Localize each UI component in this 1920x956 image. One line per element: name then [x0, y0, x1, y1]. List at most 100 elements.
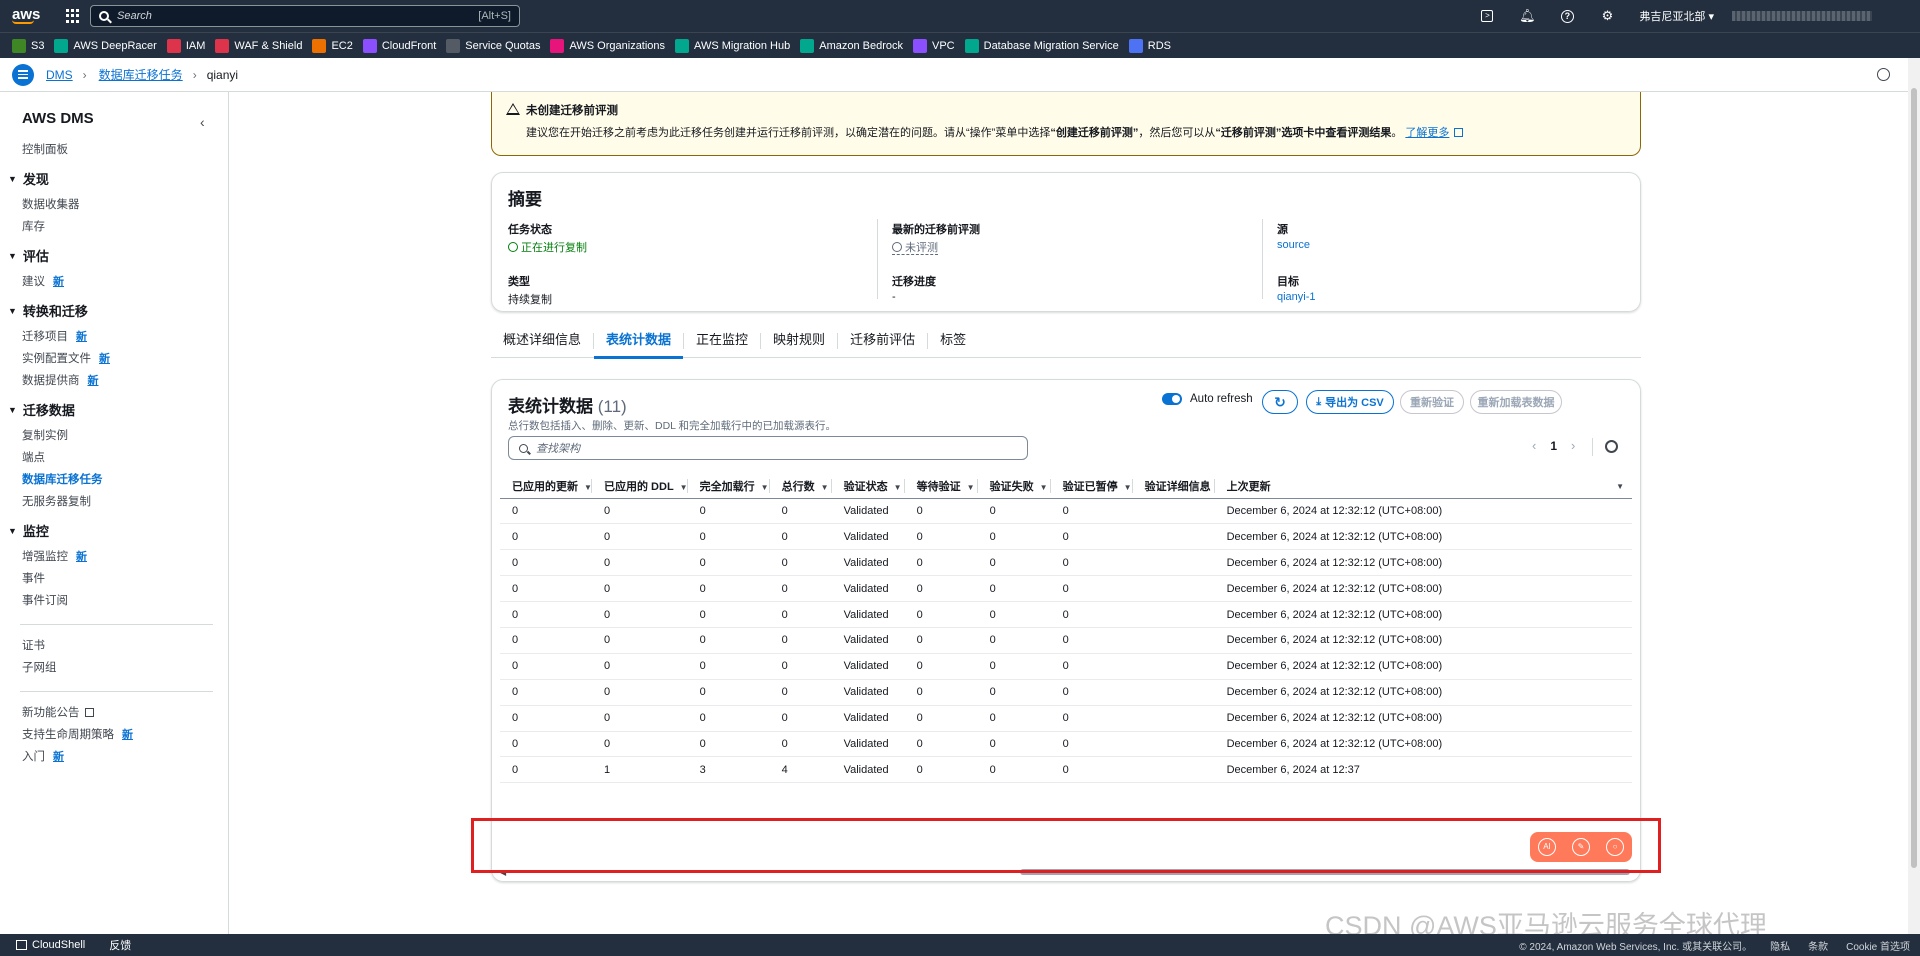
- table-row[interactable]: 0 1 3 4 Validated 0 0 0 December 6, 2024 at 12:3…: [500, 756, 1632, 784]
- sidebar-item-lifecycle-policy[interactable]: 支持生命周期策略新: [22, 726, 228, 741]
- tab-0[interactable]: 概述详细信息: [491, 326, 593, 358]
- sidebar-item-getting-started[interactable]: 入门新: [22, 748, 228, 763]
- table-row[interactable]: 0 0 0 0 Validated 0 0 0 December 6, 2024 at 12:3…: [500, 498, 1632, 525]
- global-search-input[interactable]: Search [Alt+S]: [90, 5, 520, 27]
- table-row[interactable]: 0 0 0 0 Validated 0 0 0 December 6, 2024 at 12:3…: [500, 653, 1632, 680]
- assessment-value[interactable]: 未评测: [892, 242, 938, 255]
- auto-refresh-toggle[interactable]: Auto refresh: [1162, 393, 1253, 405]
- column-header[interactable]: 总行数 ▼: [769, 474, 832, 499]
- sidebar-item-dashboard[interactable]: 控制面板: [22, 141, 228, 156]
- favorite-waf-shield[interactable]: WAF & Shield: [215, 38, 302, 53]
- favorite-s3[interactable]: S3: [12, 38, 44, 53]
- tab-5[interactable]: 标签: [928, 326, 978, 358]
- revalidate-button[interactable]: 重新验证: [1400, 390, 1464, 414]
- table-row[interactable]: 0 0 0 0 Validated 0 0 0 December 6, 2024 at 12:3…: [500, 627, 1632, 654]
- sidebar-item[interactable]: 迁移项目新: [22, 328, 228, 343]
- column-header[interactable]: 等待验证 ▼: [904, 474, 978, 499]
- tab-1[interactable]: 表统计数据: [594, 326, 684, 359]
- sort-caret-icon[interactable]: ▼: [821, 483, 829, 492]
- sidebar-item[interactable]: 数据提供商新: [22, 372, 228, 387]
- sidebar-item[interactable]: 库存: [22, 218, 228, 233]
- sidebar-item-whats-new[interactable]: 新功能公告: [22, 704, 228, 719]
- privacy-link[interactable]: 隐私: [1770, 938, 1790, 953]
- tab-3[interactable]: 映射规则: [761, 326, 837, 358]
- help-icon[interactable]: ?: [1547, 0, 1587, 32]
- ai-icon[interactable]: AI: [1538, 838, 1556, 856]
- feedback-link[interactable]: 反馈: [109, 937, 131, 953]
- column-header[interactable]: 完全加载行 ▼: [687, 474, 770, 499]
- collapse-sidebar-icon[interactable]: ‹: [200, 114, 205, 130]
- favorite-aws-migration-hub[interactable]: AWS Migration Hub: [675, 38, 790, 53]
- settings-gear-icon[interactable]: ⚙: [1587, 0, 1627, 32]
- next-page-icon[interactable]: ›: [1571, 438, 1575, 453]
- sidebar-section-header[interactable]: ▼ 迁移数据: [8, 400, 228, 419]
- magic-wand-icon[interactable]: ✎: [1572, 838, 1590, 856]
- notifications-bell-icon[interactable]: 🔔︎: [1507, 0, 1547, 32]
- sidebar-section-header[interactable]: ▼ 发现: [8, 169, 228, 188]
- reload-table-data-button[interactable]: 重新加载表数据: [1470, 390, 1562, 414]
- floating-ai-toolbar[interactable]: AI ✎ ○: [1530, 832, 1632, 862]
- target-link[interactable]: qianyi-1: [1277, 291, 1316, 305]
- export-csv-button[interactable]: ⤓ 导出为 CSV: [1306, 390, 1394, 414]
- sidebar-item[interactable]: 数据库迁移任务: [22, 471, 228, 486]
- breadcrumb-dms[interactable]: DMS: [46, 68, 73, 82]
- favorite-ec2[interactable]: EC2: [312, 38, 353, 53]
- sidebar-section-header[interactable]: ▼ 转换和迁移: [8, 301, 228, 320]
- sort-caret-icon[interactable]: ▼: [761, 483, 769, 492]
- cloudshell-icon[interactable]: >: [1467, 0, 1507, 32]
- favorite-service-quotas[interactable]: Service Quotas: [446, 38, 540, 53]
- services-grid-icon[interactable]: [66, 9, 80, 23]
- sidebar-item[interactable]: 端点: [22, 449, 228, 464]
- aws-logo[interactable]: aws: [12, 7, 44, 24]
- sidebar-item[interactable]: 数据收集器: [22, 196, 228, 211]
- table-row[interactable]: 0 0 0 0 Validated 0 0 0 December 6, 2024 at 12:3…: [500, 523, 1632, 551]
- favorite-cloudfront[interactable]: CloudFront: [362, 38, 436, 53]
- column-header[interactable]: 已应用的更新 ▼: [500, 474, 592, 499]
- vertical-scrollbar[interactable]: [1908, 58, 1920, 934]
- column-header[interactable]: 已应用的 DDL ▼: [592, 474, 688, 499]
- sidebar-item-subnet-groups[interactable]: 子网组: [22, 659, 228, 674]
- tab-2[interactable]: 正在监控: [684, 326, 760, 358]
- sort-caret-icon[interactable]: ▼: [1124, 483, 1132, 492]
- sidebar-item[interactable]: 事件: [22, 570, 228, 585]
- favorite-rds[interactable]: RDS: [1128, 38, 1171, 53]
- sidebar-item[interactable]: 建议新: [22, 273, 228, 288]
- sidebar-item[interactable]: 增强监控新: [22, 548, 228, 563]
- page-number[interactable]: 1: [1550, 439, 1557, 453]
- table-row[interactable]: 0 0 0 0 Validated 0 0 0 December 6, 2024 at 12:3…: [500, 549, 1632, 577]
- sidebar-item[interactable]: 无服务器复制: [22, 493, 228, 508]
- sidebar-item-certificates[interactable]: 证书: [22, 637, 228, 652]
- region-selector[interactable]: 弗吉尼亚北部 ▾: [1639, 8, 1732, 24]
- favorite-iam[interactable]: IAM: [166, 38, 205, 53]
- favorite-aws-deepracer[interactable]: AWS DeepRacer: [54, 38, 157, 53]
- scrollbar-thumb[interactable]: [1020, 869, 1630, 875]
- favorite-amazon-bedrock[interactable]: Amazon Bedrock: [800, 38, 903, 53]
- sidebar-item[interactable]: 实例配置文件新: [22, 350, 228, 365]
- table-row[interactable]: 0 0 0 0 Validated 0 0 0 December 6, 2024 at 12:3…: [500, 679, 1632, 706]
- tab-4[interactable]: 迁移前评估: [838, 326, 927, 358]
- sidebar-section-header[interactable]: ▼ 监控: [8, 521, 228, 540]
- search-icon[interactable]: ○: [1606, 838, 1624, 856]
- find-schema-input[interactable]: 查找架构: [508, 436, 1028, 460]
- column-header[interactable]: 验证状态 ▼: [831, 474, 905, 499]
- column-header[interactable]: 验证失败 ▼: [977, 474, 1051, 499]
- favorite-database-migration-service[interactable]: Database Migration Service: [964, 38, 1119, 53]
- side-nav-toggle-button[interactable]: [12, 63, 34, 86]
- sidebar-item[interactable]: 复制实例: [22, 427, 228, 442]
- table-row[interactable]: 0 0 0 0 Validated 0 0 0 December 6, 2024 at 12:3…: [500, 731, 1632, 758]
- scroll-left-icon[interactable]: ◀: [500, 868, 506, 877]
- breadcrumb-migration-tasks[interactable]: 数据库迁移任务: [99, 66, 183, 83]
- sort-caret-icon[interactable]: ▼: [1040, 483, 1048, 492]
- terms-link[interactable]: 条款: [1808, 938, 1828, 953]
- column-header[interactable]: 验证已暂停 ▼: [1050, 474, 1133, 499]
- source-link[interactable]: source: [1277, 239, 1316, 253]
- table-preferences-gear-icon[interactable]: [1605, 440, 1618, 453]
- sidebar-section-header[interactable]: ▼ 评估: [8, 246, 228, 265]
- cloudshell-button[interactable]: CloudShell: [16, 939, 85, 951]
- info-settings-icon[interactable]: [1877, 68, 1890, 81]
- favorite-aws-organizations[interactable]: AWS Organizations: [550, 38, 665, 53]
- sort-caret-icon[interactable]: ▼: [967, 483, 975, 492]
- learn-more-link[interactable]: 了解更多: [1405, 127, 1449, 139]
- sort-caret-icon[interactable]: ▼: [894, 483, 902, 492]
- table-row[interactable]: 0 0 0 0 Validated 0 0 0 December 6, 2024 at 12:3…: [500, 705, 1632, 732]
